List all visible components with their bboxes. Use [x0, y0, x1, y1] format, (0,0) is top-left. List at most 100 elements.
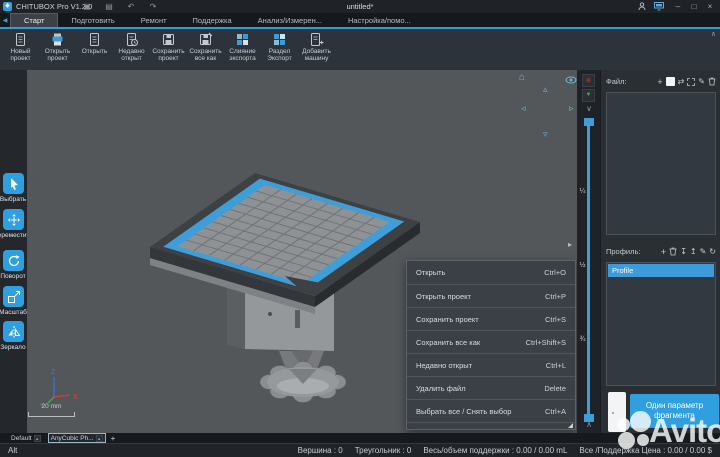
status-support-volume: Весь/объем поддержки : 0.00 / 0.00 mL: [423, 446, 567, 455]
open-label: Открыть: [82, 48, 108, 55]
save-all-as-label: Сохранить все как: [187, 48, 224, 63]
menu-label: Недавно открыт: [416, 361, 472, 370]
machine-tab-anycubic-label: AnyCubic Ph...: [51, 435, 94, 442]
view-right-icon[interactable]: ▹: [569, 103, 574, 113]
home-view-icon[interactable]: ⌂: [519, 73, 525, 83]
mirror-tool-button[interactable]: [3, 321, 24, 342]
tab-analyze-measure[interactable]: Анализ/Измерен...: [245, 13, 335, 27]
menu-item-recently-opened[interactable]: Недавно открыт Ctrl+L: [407, 353, 575, 376]
ribbon-collapse-icon[interactable]: ∧: [711, 30, 716, 38]
status-price: Все /Поддержка Цена : 0.00 / 0.00 $: [579, 446, 712, 455]
menu-label: Выбрать все / Снять выбор: [416, 407, 511, 416]
scale-bar: [28, 412, 75, 417]
scale-icon: [7, 290, 21, 304]
merge-export-icon: [235, 32, 250, 47]
slider-chevron-down-icon[interactable]: ∨: [583, 104, 595, 113]
merge-export-button[interactable]: Слияние экспорта: [224, 29, 261, 69]
slider-chevron-up-icon[interactable]: ∧: [583, 420, 595, 429]
move-icon: [7, 213, 21, 227]
menu-item-save-project[interactable]: Сохранить проект Ctrl+S: [407, 307, 575, 330]
scale-tool-button[interactable]: [3, 286, 24, 307]
tab-prepare[interactable]: Подготовить: [58, 13, 127, 27]
document-title: untitled*: [0, 0, 720, 13]
close-button[interactable]: ×: [702, 0, 718, 13]
profile-delete-icon[interactable]: [669, 247, 677, 256]
section-export-label: Раздел Экспорт: [261, 48, 298, 63]
menu-label: Сохранить все как: [416, 338, 480, 347]
profile-sync-icon[interactable]: ↻: [709, 247, 716, 257]
user-account-icon[interactable]: [638, 2, 654, 11]
file-edit-icon[interactable]: ✎: [698, 77, 705, 87]
panel-expand-icon[interactable]: ▸: [568, 240, 572, 249]
machine-preview[interactable]: [608, 392, 626, 432]
menu-item-select-all[interactable]: Выбрать все / Снять выбор Ctrl+A: [407, 399, 575, 422]
menu-item-save-all-as[interactable]: Сохранить все как Ctrl+Shift+S: [407, 330, 575, 353]
profile-export-icon[interactable]: ↥: [690, 247, 697, 257]
menu-item-delete-file[interactable]: Удалить файл Delete: [407, 376, 575, 399]
recently-opened-button[interactable]: Недавно открыт: [113, 29, 150, 69]
slider-fraction-three-quarter: ¾: [578, 336, 587, 343]
profile-import-icon[interactable]: ↧: [680, 247, 687, 257]
chitubox-app-window: ◆ CHITUBOX Pro V1.2.0 ▣ ▤ ↶ ↷ untitled* …: [0, 0, 720, 457]
profile-list[interactable]: Profile: [606, 262, 716, 386]
menu-footer: [407, 422, 575, 429]
menu-item-open[interactable]: Открыть Ctrl+O: [407, 261, 575, 284]
minimize-button[interactable]: –: [670, 0, 686, 13]
tab-support[interactable]: Поддержка: [180, 13, 245, 27]
machine-tab-default[interactable]: Default ▴: [9, 435, 43, 442]
machine-tab-default-label: Default: [11, 435, 32, 442]
slider-top-marker-button[interactable]: ✳: [582, 74, 595, 87]
profile-add-icon[interactable]: +: [661, 247, 666, 257]
single-parameter-button[interactable]: Один параметр фрагмента: [630, 394, 719, 428]
maximize-button[interactable]: □: [686, 0, 702, 13]
machine-tab-anycubic-dropdown-icon[interactable]: ▴: [96, 435, 103, 442]
view-down-icon[interactable]: ▿: [543, 129, 548, 139]
rotate-tool-button[interactable]: [3, 250, 24, 271]
file-checkbox-icon[interactable]: [666, 77, 675, 86]
open-button[interactable]: Открыть: [76, 29, 113, 69]
select-cursor-icon: [7, 177, 21, 191]
recently-opened-label: Недавно открыт: [113, 48, 150, 63]
slider-bottom-marker-button[interactable]: ▼: [582, 89, 595, 102]
add-machine-button[interactable]: Добавить машину: [298, 29, 335, 69]
machine-tab-default-dropdown-icon[interactable]: ▴: [34, 435, 41, 442]
tab-settings-help[interactable]: Настройка/помо...: [335, 13, 424, 27]
display-settings-icon[interactable]: [654, 2, 670, 11]
recently-opened-icon: [124, 32, 139, 47]
menu-item-open-project[interactable]: Открыть проект Ctrl+P: [407, 284, 575, 307]
back-arrow-icon[interactable]: ◀: [0, 17, 10, 24]
add-machine-tab-button[interactable]: +: [111, 434, 116, 443]
save-project-button[interactable]: Сохранить проект: [150, 29, 187, 69]
file-select-box-icon[interactable]: [687, 78, 695, 86]
new-project-button[interactable]: Новый проект: [2, 29, 39, 69]
file-section-label: Файл:: [606, 77, 627, 86]
add-machine-icon: [309, 32, 324, 47]
file-list[interactable]: [606, 92, 716, 235]
move-tool-button[interactable]: [3, 209, 24, 230]
tab-repair[interactable]: Ремонт: [128, 13, 180, 27]
view-up-icon[interactable]: ▵: [543, 84, 548, 94]
open-project-button[interactable]: Открыть проект: [39, 29, 76, 69]
layer-slider-track[interactable]: [587, 122, 590, 418]
select-tool-label: Выбрать: [0, 196, 26, 203]
single-parameter-label-line2: фрагмента: [654, 411, 695, 421]
tab-start[interactable]: Старт: [10, 13, 58, 27]
title-bar: ◆ CHITUBOX Pro V1.2.0 ▣ ▤ ↶ ↷ untitled* …: [0, 0, 720, 13]
layer-slider-handle-top[interactable]: [584, 118, 594, 126]
file-delete-icon[interactable]: [708, 77, 716, 86]
profile-list-item-selected[interactable]: Profile: [608, 264, 714, 277]
viewport-3d[interactable]: ⌂ ▵ ◃ ▹ ▿ Z X Y 20 mm: [27, 70, 577, 433]
open-icon: [87, 32, 102, 47]
section-export-icon: [272, 32, 287, 47]
visibility-eye-icon[interactable]: [565, 76, 577, 84]
machine-tab-anycubic[interactable]: AnyCubic Ph... ▴: [48, 433, 106, 443]
view-left-icon[interactable]: ◃: [521, 103, 526, 113]
section-export-button[interactable]: Раздел Экспорт: [261, 29, 298, 69]
file-add-icon[interactable]: +: [657, 77, 662, 87]
file-swap-icon[interactable]: ⇄: [678, 77, 685, 87]
save-all-as-icon: [198, 32, 213, 47]
profile-edit-icon[interactable]: ✎: [700, 247, 707, 257]
select-tool-button[interactable]: [3, 173, 24, 194]
menu-resize-handle[interactable]: [568, 423, 573, 428]
save-all-as-button[interactable]: Сохранить все как: [187, 29, 224, 69]
